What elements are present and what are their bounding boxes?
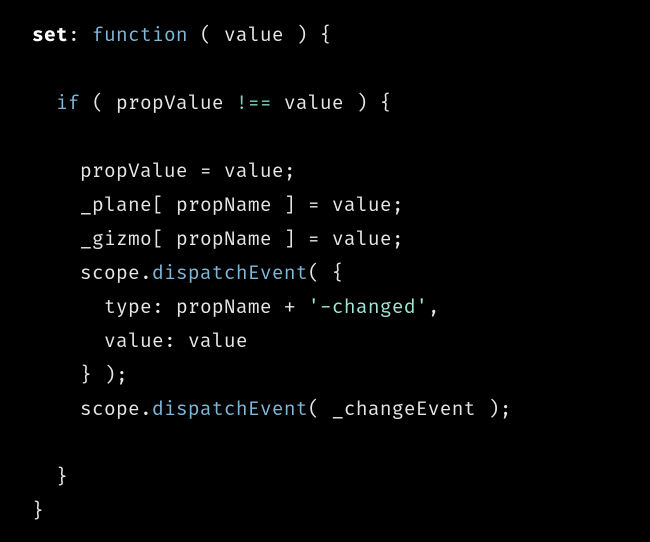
code-block: set: function ( value ) { if ( propValue… xyxy=(0,0,650,528)
code-token: dispatchEvent xyxy=(152,397,308,421)
code-token: value xyxy=(332,193,392,217)
code-token: value xyxy=(284,91,344,115)
code-token: propName xyxy=(176,193,272,217)
code-token: dispatchEvent xyxy=(152,261,308,285)
code-token: if xyxy=(56,91,80,115)
code-token: [ xyxy=(152,227,176,251)
code-token: ; xyxy=(392,227,404,251)
code-token: . xyxy=(140,261,152,285)
code-token: propName xyxy=(176,227,272,251)
code-token: scope xyxy=(80,397,140,421)
code-token: ; xyxy=(284,159,296,183)
code-token: _changeEvent xyxy=(332,397,476,421)
code-token: value xyxy=(104,329,164,353)
code-token: function xyxy=(92,23,188,47)
code-token: scope xyxy=(80,261,140,285)
code-token: . xyxy=(140,397,152,421)
code-token: !== xyxy=(236,91,272,115)
code-token: ; xyxy=(392,193,404,217)
code-token: } xyxy=(32,499,44,523)
code-token: value xyxy=(224,159,284,183)
code-token: = xyxy=(200,159,212,183)
code-token: ( { xyxy=(308,261,344,285)
code-token: '-changed' xyxy=(308,295,428,319)
code-token: _plane xyxy=(80,193,152,217)
code-token: propValue xyxy=(116,91,224,115)
code-token: _gizmo xyxy=(80,227,152,251)
code-token: ] xyxy=(272,227,308,251)
code-token: set xyxy=(32,23,68,47)
code-token: type xyxy=(104,295,152,319)
code-token: ] xyxy=(272,193,308,217)
code-token: ( xyxy=(308,397,332,421)
code-token: : xyxy=(68,23,92,47)
code-token: ( xyxy=(80,91,116,115)
code-token: [ xyxy=(152,193,176,217)
code-token: value xyxy=(332,227,392,251)
code-token: ) { xyxy=(284,23,332,47)
code-token: } ); xyxy=(80,363,128,387)
code-token: : xyxy=(152,295,176,319)
code-token: ) { xyxy=(344,91,392,115)
code-token: ); xyxy=(476,397,512,421)
code-token: value xyxy=(188,329,248,353)
code-token: } xyxy=(56,465,68,489)
code-token: = xyxy=(308,193,320,217)
code-token: : xyxy=(164,329,188,353)
code-token: + xyxy=(284,295,296,319)
code-token: , xyxy=(428,295,440,319)
code-token: = xyxy=(308,227,320,251)
code-token: value xyxy=(224,23,284,47)
code-token: ( xyxy=(188,23,224,47)
code-token: propName xyxy=(176,295,272,319)
code-token: propValue xyxy=(80,159,188,183)
